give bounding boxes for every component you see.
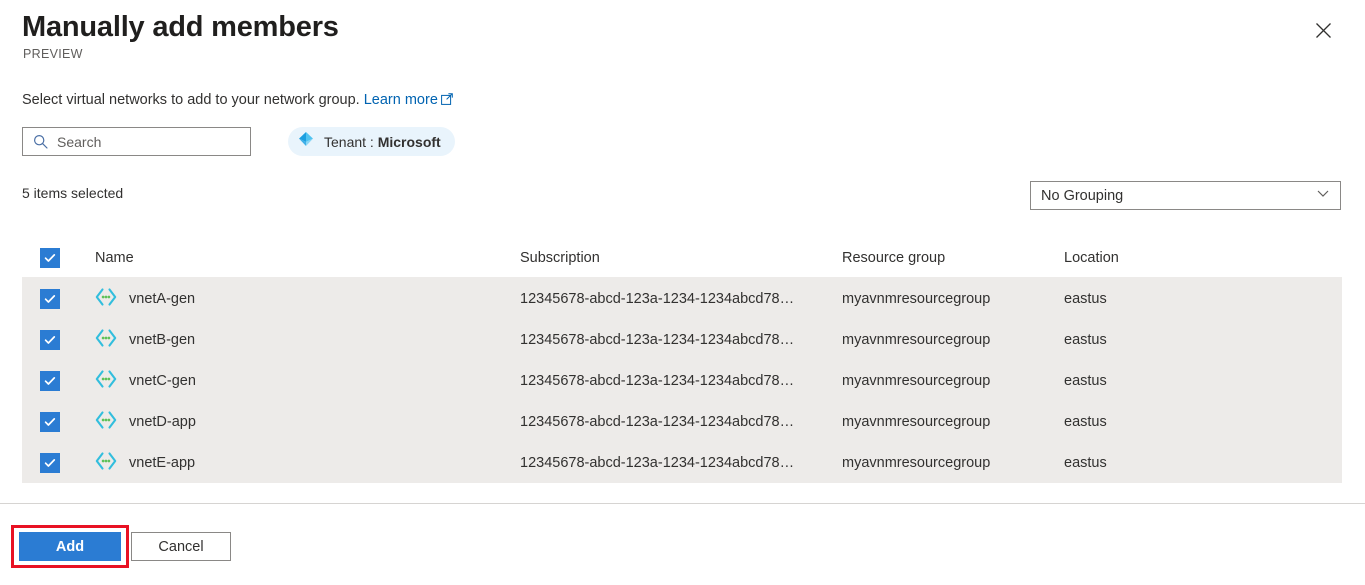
row-subscription: 12345678-abcd-123a-1234-1234abcd78… <box>520 413 795 430</box>
checkbox-checked-icon <box>40 370 60 391</box>
row-checkbox[interactable] <box>22 329 95 350</box>
row-checkbox[interactable] <box>22 370 95 391</box>
checkbox-checked-icon <box>40 452 60 473</box>
virtual-network-icon <box>95 410 117 433</box>
column-header-resource-group[interactable]: Resource group <box>842 250 1064 266</box>
grouping-selected-value: No Grouping <box>1041 187 1124 204</box>
table-header-row: Name Subscription Resource group Locatio… <box>22 238 1342 278</box>
preview-badge: PREVIEW <box>23 47 83 61</box>
row-location: eastus <box>1064 290 1107 307</box>
row-subscription: 12345678-abcd-123a-1234-1234abcd78… <box>520 454 795 471</box>
chevron-down-icon <box>1316 186 1330 205</box>
column-header-subscription[interactable]: Subscription <box>520 250 842 266</box>
row-checkbox[interactable] <box>22 411 95 432</box>
row-name-label: vnetE-app <box>129 454 196 471</box>
search-box[interactable] <box>22 127 251 156</box>
virtual-network-icon <box>95 451 117 474</box>
search-input[interactable] <box>57 133 237 150</box>
azure-tenant-icon <box>297 130 315 153</box>
row-name-cell: vnetC-gen <box>95 369 520 392</box>
row-resource-group: myavnmresourcegroup <box>842 331 991 348</box>
row-location: eastus <box>1064 331 1107 348</box>
virtual-network-icon <box>95 328 117 351</box>
select-all-checkbox[interactable] <box>22 247 95 268</box>
row-name-cell: vnetB-gen <box>95 328 520 351</box>
external-link-icon <box>440 91 453 111</box>
table-row[interactable]: vnetD-app 12345678-abcd-123a-1234-1234ab… <box>22 401 1342 442</box>
row-resource-group: myavnmresourcegroup <box>842 413 991 430</box>
close-button[interactable] <box>1307 14 1339 46</box>
column-header-location[interactable]: Location <box>1064 250 1342 266</box>
row-name-label: vnetB-gen <box>129 331 196 348</box>
row-name-label: vnetC-gen <box>129 372 196 389</box>
row-checkbox[interactable] <box>22 452 95 473</box>
search-icon <box>23 134 57 149</box>
row-name-cell: vnetA-gen <box>95 287 520 310</box>
row-name-label: vnetD-app <box>129 413 196 430</box>
column-header-name[interactable]: Name <box>95 250 520 266</box>
table-row[interactable]: vnetE-app 12345678-abcd-123a-1234-1234ab… <box>22 442 1342 483</box>
row-location: eastus <box>1064 454 1107 471</box>
tenant-prefix: Tenant : <box>324 133 378 150</box>
tenant-value: Microsoft <box>377 133 441 150</box>
checkbox-checked-icon <box>40 247 60 268</box>
checkbox-checked-icon <box>40 288 60 309</box>
row-resource-group: myavnmresourcegroup <box>842 372 991 389</box>
row-location: eastus <box>1064 372 1107 389</box>
grouping-dropdown[interactable]: No Grouping <box>1030 181 1341 210</box>
page-title: Manually add members <box>22 11 339 43</box>
members-table: Name Subscription Resource group Locatio… <box>22 238 1342 483</box>
tenant-filter-chip[interactable]: Tenant : Microsoft <box>288 127 455 156</box>
row-location: eastus <box>1064 413 1107 430</box>
checkbox-checked-icon <box>40 329 60 350</box>
items-selected-count: 5 items selected <box>22 185 124 201</box>
table-body: vnetA-gen 12345678-abcd-123a-1234-1234ab… <box>22 278 1342 483</box>
learn-more-link[interactable]: Learn more <box>364 92 453 108</box>
row-checkbox[interactable] <box>22 288 95 309</box>
virtual-network-icon <box>95 369 117 392</box>
row-subscription: 12345678-abcd-123a-1234-1234abcd78… <box>520 331 795 348</box>
row-subscription: 12345678-abcd-123a-1234-1234abcd78… <box>520 372 795 389</box>
virtual-network-icon <box>95 287 117 310</box>
row-name-label: vnetA-gen <box>129 290 196 307</box>
cancel-button[interactable]: Cancel <box>131 532 231 561</box>
table-row[interactable]: vnetC-gen 12345678-abcd-123a-1234-1234ab… <box>22 360 1342 401</box>
description-text: Select virtual networks to add to your n… <box>22 92 360 108</box>
row-name-cell: vnetD-app <box>95 410 520 433</box>
description-line: Select virtual networks to add to your n… <box>22 90 453 111</box>
checkbox-checked-icon <box>40 411 60 432</box>
row-subscription: 12345678-abcd-123a-1234-1234abcd78… <box>520 290 795 307</box>
learn-more-label: Learn more <box>363 92 438 108</box>
row-name-cell: vnetE-app <box>95 451 520 474</box>
table-row[interactable]: vnetA-gen 12345678-abcd-123a-1234-1234ab… <box>22 278 1342 319</box>
row-resource-group: myavnmresourcegroup <box>842 290 991 307</box>
tenant-filter-label: Tenant : Microsoft <box>324 134 441 150</box>
add-button[interactable]: Add <box>19 532 121 561</box>
table-row[interactable]: vnetB-gen 12345678-abcd-123a-1234-1234ab… <box>22 319 1342 360</box>
close-icon <box>1315 22 1332 39</box>
row-resource-group: myavnmresourcegroup <box>842 454 991 471</box>
